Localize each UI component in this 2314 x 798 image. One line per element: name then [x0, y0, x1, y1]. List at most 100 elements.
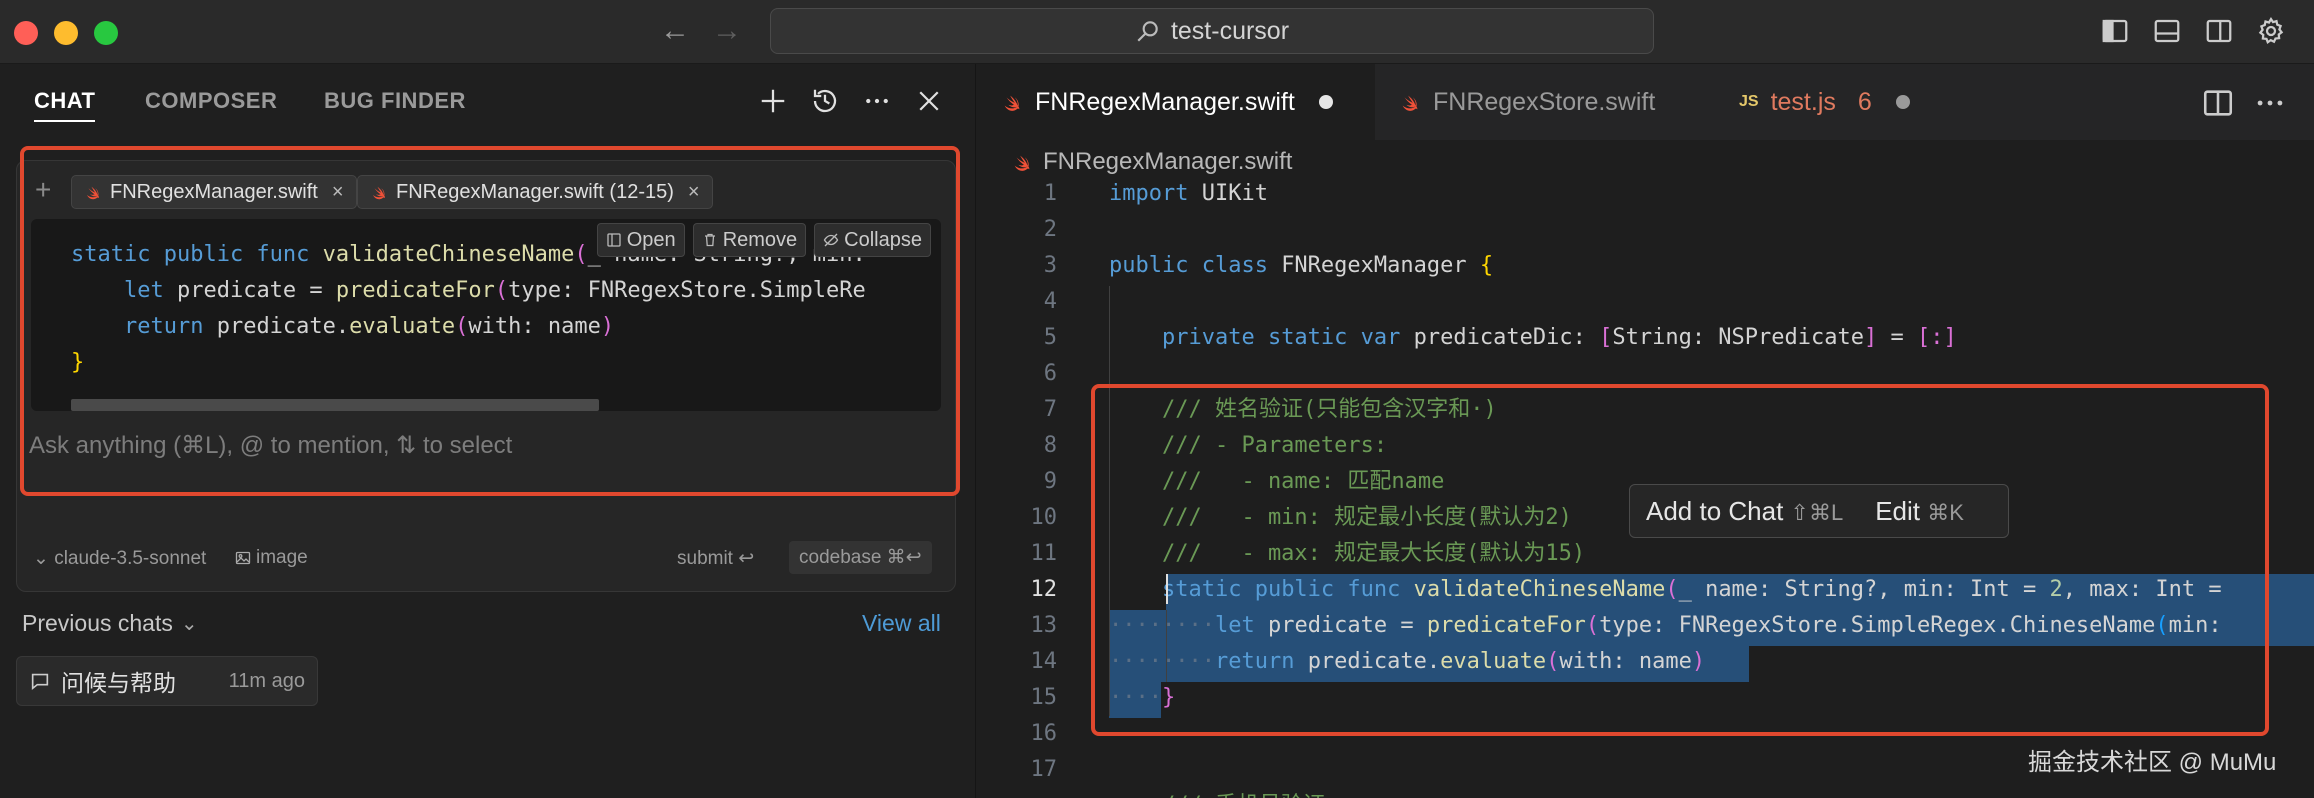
more-options-button[interactable] — [860, 84, 894, 118]
code-line[interactable]: ········return predicate.evaluate(with: … — [1109, 644, 1705, 680]
line-number: 17 — [1030, 757, 1058, 782]
editor-tab-fnregexmanager[interactable]: FNRegexManager.swift — [977, 64, 1375, 140]
chat-input-placeholder[interactable]: Ask anything (⌘L), @ to mention, ⇅ to se… — [29, 431, 512, 460]
code-line[interactable]: ········let predicate = predicateFor(typ… — [1109, 608, 2222, 644]
code-token: FNRegexManager — [1281, 253, 1480, 278]
editor-tab-fnregexstore[interactable]: FNRegexStore.swift — [1375, 64, 1715, 140]
code-line[interactable]: import UIKit — [1109, 176, 1268, 212]
back-arrow-icon[interactable]: ← — [660, 14, 690, 48]
line-number: 3 — [1043, 253, 1057, 278]
toggle-secondary-sidebar-icon[interactable] — [2204, 16, 2234, 46]
code-line[interactable]: public class FNRegexManager { — [1109, 248, 1493, 284]
problem-count-badge: 6 — [1857, 87, 1872, 116]
editor-more-ellipsis-icon[interactable] — [2253, 86, 2287, 120]
code-token: , max: Int = — [2062, 577, 2235, 602]
line-number: 8 — [1043, 433, 1057, 458]
close-chat-button[interactable] — [912, 84, 946, 118]
codebase-button[interactable]: codebase ⌘↩ — [789, 541, 932, 574]
preview-token: return — [71, 314, 217, 339]
context-chip-file[interactable]: FNRegexManager.swift × — [71, 175, 357, 209]
tab-chat[interactable]: CHAT — [34, 88, 96, 122]
add-context-button[interactable]: + — [35, 175, 51, 205]
chat-history-button[interactable] — [808, 84, 842, 118]
line-number: 4 — [1043, 289, 1057, 314]
code-line[interactable]: /// - max: 规定最大长度(默认为15) — [1109, 536, 1585, 572]
code-token: type: FNRegexStore.SimpleRegex.ChineseNa… — [1599, 613, 2156, 638]
code-token: [ — [1599, 325, 1613, 350]
horizontal-scrollbar[interactable] — [71, 399, 599, 411]
context-chip-selection[interactable]: FNRegexManager.swift (12-15) × — [357, 175, 713, 209]
code-token: ···· — [1109, 685, 1162, 710]
code-token: return — [1214, 649, 1308, 674]
new-chat-button[interactable] — [756, 84, 790, 118]
toggle-panel-icon[interactable] — [2152, 16, 2182, 46]
code-token: ( — [2155, 613, 2169, 638]
swift-icon — [1014, 155, 1030, 171]
code-token: predicate = — [1267, 613, 1427, 638]
previous-chat-item[interactable]: 问候与帮助 11m ago — [16, 656, 318, 706]
settings-gear-icon[interactable] — [2256, 16, 2286, 46]
preview-token: with: name — [468, 314, 601, 339]
code-line[interactable]: private static var predicateDic: [String… — [1109, 320, 1957, 356]
code-token: with: name — [1559, 649, 1692, 674]
code-line[interactable]: static public func validateChineseName(_… — [1109, 572, 2235, 608]
collapse-button[interactable]: Collapse — [814, 223, 931, 257]
inline-edit-button[interactable]: Edit ⌘K — [1875, 496, 1964, 527]
code-line[interactable]: /// - min: 规定最小长度(默认为2) — [1109, 500, 1572, 536]
close-icon — [919, 91, 939, 111]
image-button-label: image — [256, 547, 308, 568]
tab-bug-finder[interactable]: BUG FINDER — [324, 88, 466, 114]
image-button[interactable]: image — [235, 547, 308, 569]
swift-icon — [1004, 95, 1020, 111]
edit-label: Edit — [1875, 495, 1921, 526]
preview-token: predicateFor — [335, 278, 495, 303]
code-editor: FNRegexManager.swift FNRegexStore.swift … — [977, 64, 2314, 798]
line-number: 9 — [1043, 469, 1057, 494]
preview-token: predicate. — [216, 314, 350, 339]
context-chip-label: FNRegexManager.swift (12-15) — [396, 180, 674, 203]
minimize-window-button[interactable] — [54, 21, 78, 45]
previous-chats-label: Previous chats — [22, 610, 173, 636]
command-search-bar[interactable]: test-cursor — [770, 8, 1654, 54]
unsaved-dot-icon[interactable] — [1895, 95, 1910, 109]
code-line[interactable]: /// - Parameters: — [1109, 428, 1387, 464]
editor-tab-testjs[interactable]: JS test.js 6 — [1715, 64, 1955, 140]
watermark-text: 掘金技术社区 @ MuMu — [2028, 749, 2277, 776]
preview-token: validateChineseName — [322, 242, 575, 267]
previous-chats-header[interactable]: Previous chats ⌄ — [22, 610, 198, 637]
line-number-current: 12 — [1030, 577, 1058, 602]
model-selector[interactable]: ⌄ claude-3.5-sonnet — [33, 547, 206, 570]
ellipsis-icon — [866, 98, 888, 104]
add-to-chat-button[interactable]: Add to Chat ⇧⌘L — [1646, 496, 1843, 527]
view-all-link[interactable]: View all — [862, 610, 941, 637]
swift-icon — [87, 186, 99, 200]
preview-token: predicate = — [176, 278, 336, 303]
preview-token: ) — [600, 314, 615, 339]
split-editor-icon[interactable] — [2201, 86, 2235, 120]
breadcrumb[interactable]: FNRegexManager.swift — [1011, 144, 1292, 180]
submit-button[interactable]: submit ↩ — [677, 547, 754, 570]
model-name: claude-3.5-sonnet — [54, 548, 207, 569]
toggle-primary-sidebar-icon[interactable] — [2100, 16, 2130, 46]
editor-tab-label: FNRegexStore.swift — [1433, 87, 1656, 116]
unsaved-dot-icon[interactable] — [1318, 95, 1333, 109]
remove-chip-close-icon[interactable]: × — [688, 181, 700, 204]
chat-input-footer: ⌄ claude-3.5-sonnet image submit ↩ codeb… — [17, 539, 957, 579]
context-chip-label: FNRegexManager.swift — [110, 180, 318, 203]
remove-button[interactable]: Remove — [692, 223, 807, 257]
close-window-button[interactable] — [14, 21, 38, 45]
forward-arrow-icon[interactable]: → — [712, 14, 742, 48]
code-line[interactable]: ····} — [1109, 680, 1175, 716]
trash-icon — [704, 233, 715, 247]
code-token: evaluate — [1440, 649, 1547, 674]
editor-tab-label: test.js — [1770, 87, 1836, 116]
code-line[interactable]: /// 姓名验证(只能包含汉字和·) — [1109, 392, 1497, 428]
breadcrumb-file: FNRegexManager.swift — [1043, 148, 1293, 175]
code-line[interactable]: /// - name: 匹配name — [1109, 464, 1444, 500]
tab-composer[interactable]: COMPOSER — [145, 88, 277, 114]
remove-chip-close-icon[interactable]: × — [332, 181, 344, 204]
open-button[interactable]: Open — [596, 223, 685, 257]
zoom-window-button[interactable] — [94, 21, 118, 45]
code-line[interactable]: /// 手机号验证 — [1109, 788, 1325, 798]
